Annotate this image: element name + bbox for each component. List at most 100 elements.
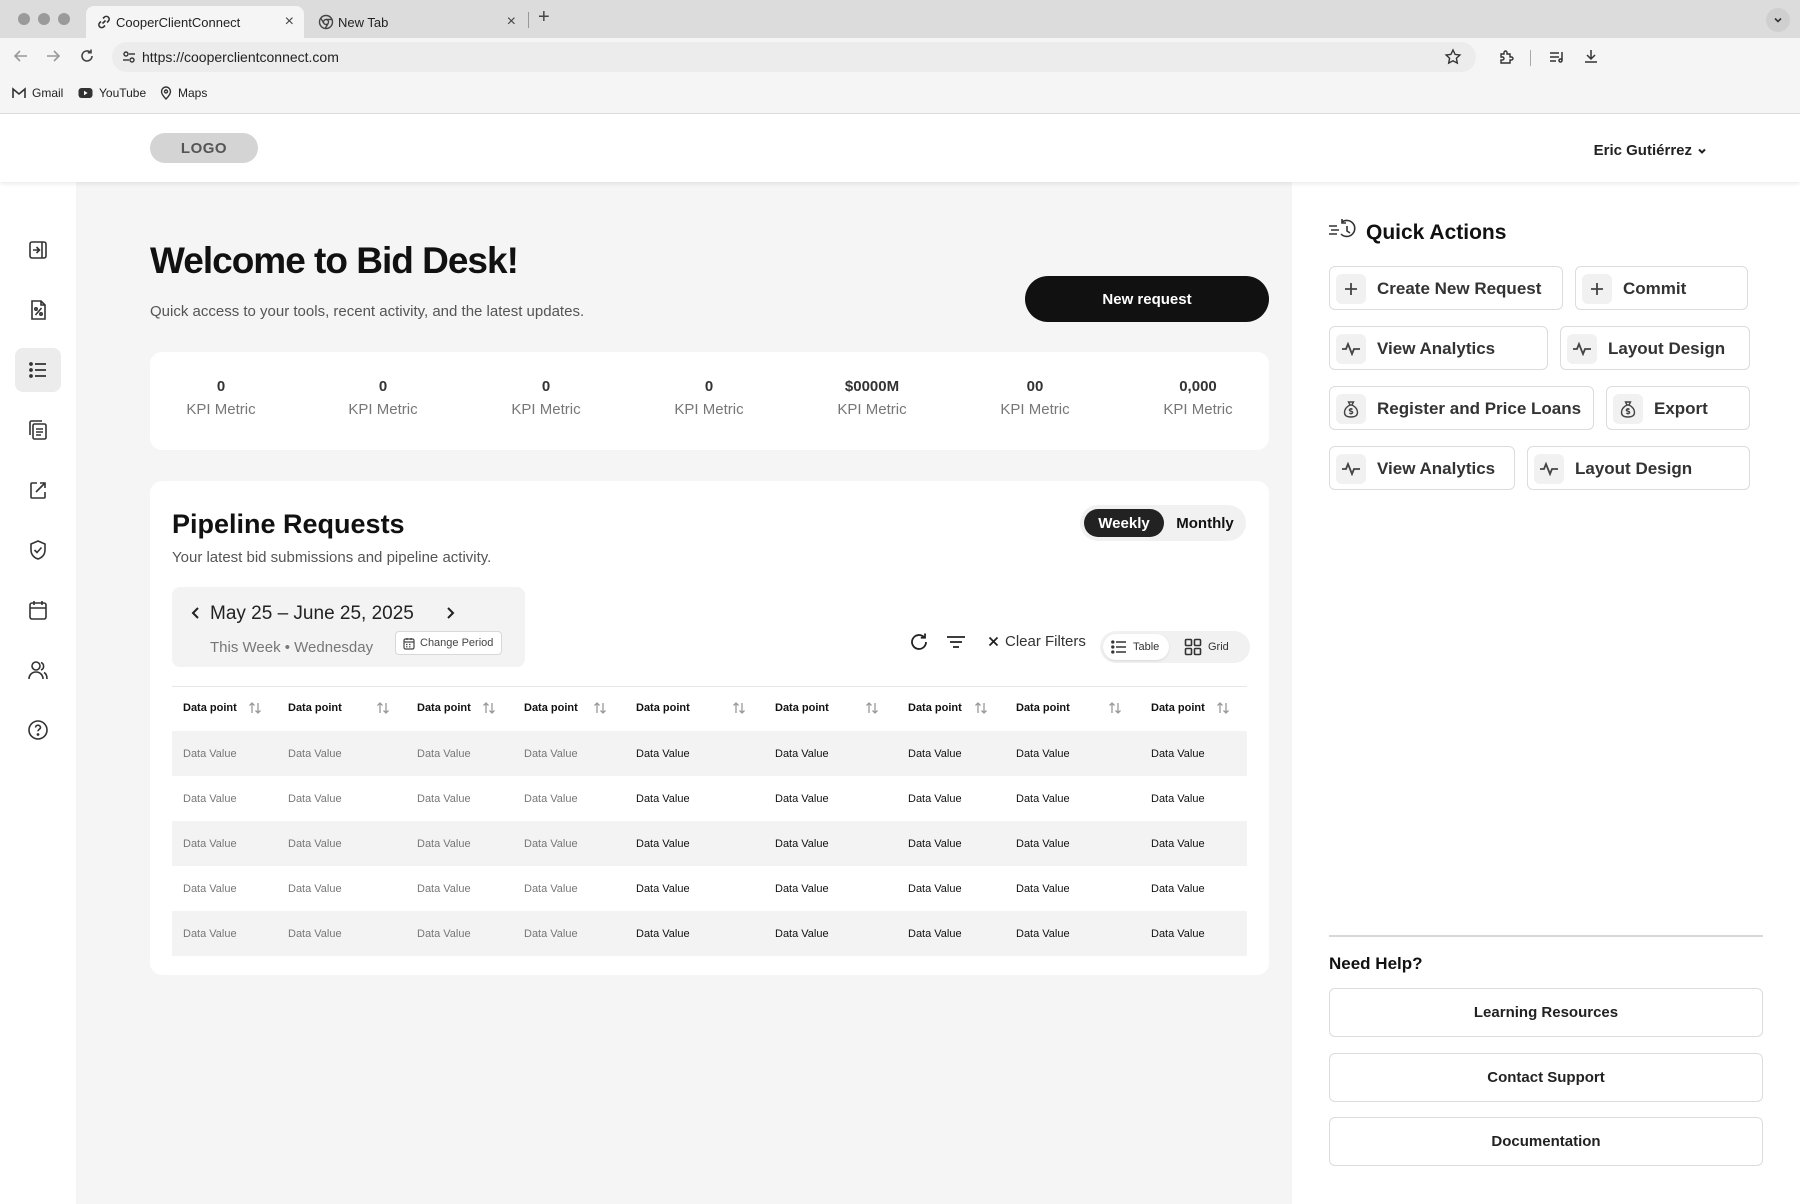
sidebar-item-compliance[interactable] bbox=[15, 528, 61, 572]
table-cell: Data Value bbox=[288, 793, 342, 805]
kpi-item: 0 KPI Metric bbox=[151, 378, 291, 418]
kpi-value: $0000M bbox=[844, 378, 900, 395]
sidebar-item-help[interactable] bbox=[15, 708, 61, 752]
logo[interactable]: LOGO bbox=[150, 133, 258, 163]
sort-icon[interactable] bbox=[593, 701, 607, 715]
app-header: LOGO Eric Gutiérrez bbox=[0, 114, 1800, 182]
column-header[interactable]: Data point bbox=[908, 702, 962, 714]
create-new-request-button[interactable]: Create New Request bbox=[1329, 266, 1563, 310]
quick-action-label: Export bbox=[1654, 399, 1708, 418]
sidebar-item-share[interactable] bbox=[15, 468, 61, 512]
map-pin-icon bbox=[160, 86, 172, 100]
documentation-button[interactable]: Documentation bbox=[1329, 1117, 1763, 1166]
layout-design-button[interactable]: Layout Design bbox=[1560, 326, 1750, 370]
column-header[interactable]: Data point bbox=[775, 702, 829, 714]
sidebar-item-users[interactable] bbox=[15, 648, 61, 692]
sidebar-item-calendar[interactable] bbox=[15, 588, 61, 632]
tab-search-chevron-icon[interactable] bbox=[1766, 8, 1790, 32]
browser-tab-new[interactable]: New Tab × bbox=[308, 6, 526, 38]
new-tab-plus-icon[interactable]: + bbox=[538, 6, 550, 29]
reload-icon[interactable] bbox=[78, 47, 96, 65]
view-grid-tab[interactable]: Grid bbox=[1176, 634, 1239, 660]
sort-icon[interactable] bbox=[974, 701, 988, 715]
column-header[interactable]: Data point bbox=[288, 702, 342, 714]
kpi-label: KPI Metric bbox=[348, 401, 418, 418]
table-cell: Data Value bbox=[775, 793, 829, 805]
sort-icon[interactable] bbox=[482, 701, 496, 715]
users-icon bbox=[27, 659, 49, 681]
sort-icon[interactable] bbox=[376, 701, 390, 715]
kpi-item: $0000M KPI Metric bbox=[802, 378, 942, 418]
learning-resources-button[interactable]: Learning Resources bbox=[1329, 988, 1763, 1037]
back-arrow-icon[interactable] bbox=[12, 47, 30, 65]
money-bag-icon bbox=[1613, 394, 1643, 424]
bookmark-gmail[interactable]: Gmail bbox=[12, 86, 63, 100]
table-row[interactable]: Data Value Data Value Data Value Data Va… bbox=[172, 911, 1247, 956]
quick-actions-panel: Quick Actions Create New Request Commit … bbox=[1292, 182, 1800, 1204]
view-analytics-button[interactable]: View Analytics bbox=[1329, 326, 1548, 370]
contact-support-button[interactable]: Contact Support bbox=[1329, 1053, 1763, 1102]
site-settings-icon[interactable] bbox=[122, 50, 136, 64]
view-toggle: Table Grid bbox=[1100, 631, 1250, 663]
date-range-picker: May 25 – June 25, 2025 This Week • Wedne… bbox=[172, 587, 525, 667]
view-analytics-button[interactable]: View Analytics bbox=[1329, 446, 1515, 490]
column-header[interactable]: Data point bbox=[1151, 702, 1205, 714]
layout-design-button[interactable]: Layout Design bbox=[1527, 446, 1750, 490]
table-cell: Data Value bbox=[1151, 928, 1205, 940]
new-request-button[interactable]: New request bbox=[1025, 276, 1269, 322]
clear-filters-button[interactable]: Clear Filters bbox=[988, 633, 1086, 650]
sidebar-item-requests[interactable] bbox=[15, 348, 61, 392]
tab-close-icon[interactable]: × bbox=[285, 13, 294, 31]
table-cell: Data Value bbox=[417, 748, 471, 760]
sort-icon[interactable] bbox=[248, 701, 262, 715]
close-window-button[interactable] bbox=[18, 13, 30, 25]
date-caption: This Week • Wednesday bbox=[210, 639, 374, 656]
bookmark-star-icon[interactable] bbox=[1444, 48, 1462, 66]
money-bag-icon bbox=[1336, 394, 1366, 424]
column-header[interactable]: Data point bbox=[1016, 702, 1070, 714]
minimize-window-button[interactable] bbox=[38, 13, 50, 25]
refresh-icon[interactable] bbox=[908, 631, 930, 653]
forward-arrow-icon[interactable] bbox=[44, 47, 62, 65]
sort-icon[interactable] bbox=[1108, 701, 1122, 715]
column-header[interactable]: Data point bbox=[417, 702, 471, 714]
download-icon[interactable] bbox=[1582, 48, 1600, 66]
extensions-puzzle-icon[interactable] bbox=[1498, 48, 1516, 66]
maximize-window-button[interactable] bbox=[58, 13, 70, 25]
table-row[interactable]: Data Value Data Value Data Value Data Va… bbox=[172, 866, 1247, 911]
sidebar-item-rates[interactable] bbox=[15, 288, 61, 332]
user-menu[interactable]: Eric Gutiérrez bbox=[1594, 142, 1708, 159]
column-header[interactable]: Data point bbox=[183, 702, 237, 714]
period-monthly-tab[interactable]: Monthly bbox=[1168, 509, 1242, 537]
browser-tab-active[interactable]: CooperClientConnect × bbox=[86, 6, 304, 38]
table-row[interactable]: Data Value Data Value Data Value Data Va… bbox=[172, 731, 1247, 776]
kpi-label: KPI Metric bbox=[837, 401, 907, 418]
period-weekly-tab[interactable]: Weekly bbox=[1084, 509, 1164, 537]
commit-button[interactable]: Commit bbox=[1575, 266, 1748, 310]
table-cell: Data Value bbox=[1151, 883, 1205, 895]
tab-close-icon[interactable]: × bbox=[507, 13, 516, 31]
sort-icon[interactable] bbox=[865, 701, 879, 715]
filter-icon[interactable] bbox=[946, 633, 966, 651]
bookmark-youtube[interactable]: YouTube bbox=[78, 86, 146, 100]
column-header[interactable]: Data point bbox=[636, 702, 690, 714]
column-header[interactable]: Data point bbox=[524, 702, 578, 714]
sidebar-item-expand[interactable] bbox=[15, 228, 61, 272]
chevron-left-icon[interactable] bbox=[188, 605, 204, 621]
chevron-right-icon[interactable] bbox=[442, 605, 458, 621]
sort-icon[interactable] bbox=[732, 701, 746, 715]
bookmark-maps[interactable]: Maps bbox=[160, 86, 207, 100]
change-period-button[interactable]: Change Period bbox=[395, 631, 503, 655]
sidebar-item-documents[interactable] bbox=[15, 408, 61, 452]
view-table-tab[interactable]: Table bbox=[1103, 634, 1170, 660]
window-controls[interactable] bbox=[18, 13, 70, 25]
url-field[interactable]: https://cooperclientconnect.com bbox=[112, 42, 1476, 72]
sort-icon[interactable] bbox=[1216, 701, 1230, 715]
export-button[interactable]: Export bbox=[1606, 386, 1750, 430]
table-row[interactable]: Data Value Data Value Data Value Data Va… bbox=[172, 821, 1247, 866]
grid-icon bbox=[1184, 638, 1202, 656]
register-and-price-loans-button[interactable]: Register and Price Loans bbox=[1329, 386, 1594, 430]
media-queue-icon[interactable] bbox=[1548, 48, 1566, 66]
section-subtitle: Your latest bid submissions and pipeline… bbox=[172, 549, 492, 566]
table-row[interactable]: Data Value Data Value Data Value Data Va… bbox=[172, 776, 1247, 821]
